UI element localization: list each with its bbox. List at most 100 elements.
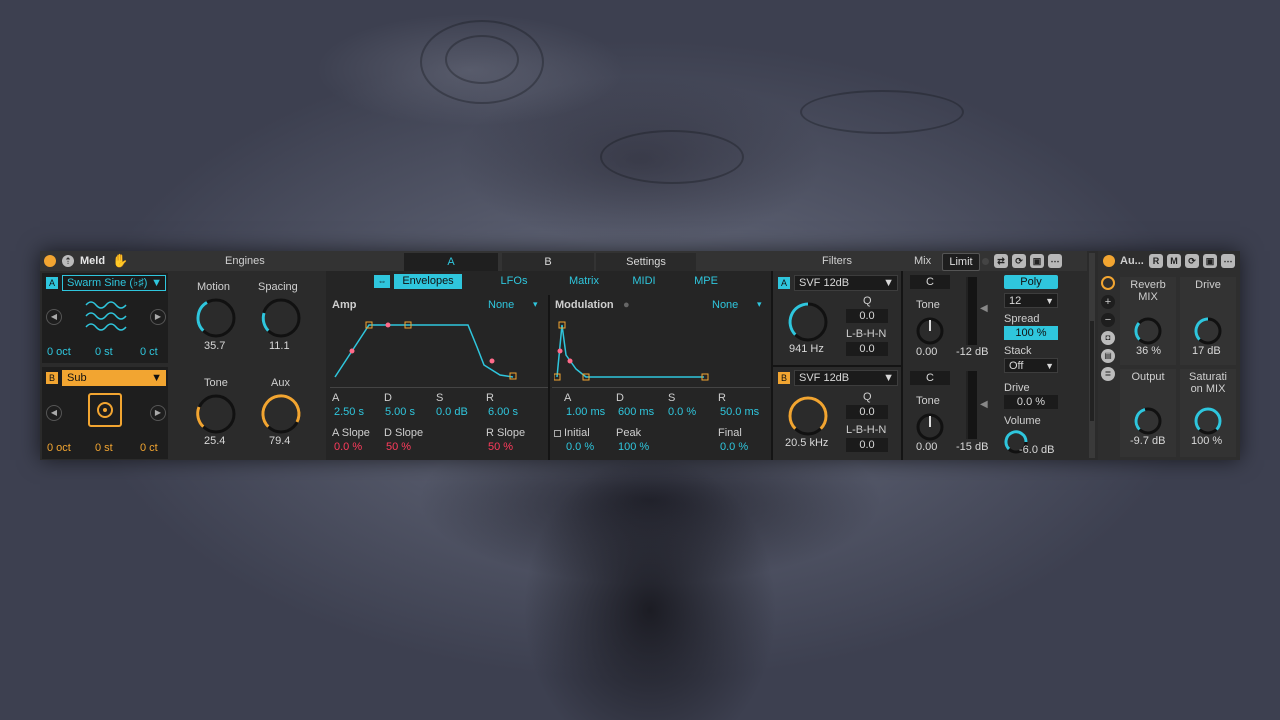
filter-a-q-value[interactable]: 0.0 [846, 309, 888, 323]
motion-knob[interactable] [193, 295, 239, 341]
reverb-mix-knob[interactable] [1132, 315, 1164, 347]
more-options-icon[interactable]: ⋯ [1048, 254, 1062, 268]
hand-icon[interactable]: ✋ [112, 253, 128, 269]
subtab-midi[interactable]: MIDI [622, 275, 666, 287]
device-menu-icon[interactable]: ⇡ [62, 255, 74, 267]
osc-b-type-dropdown[interactable]: Sub ▼ [62, 370, 166, 386]
filter-b-mode-value[interactable]: 0.0 [846, 438, 888, 452]
osc-a-cents[interactable]: 0 ct [140, 346, 158, 358]
filter-b-type-dropdown[interactable]: SVF 12dB ▼ [794, 370, 898, 386]
osc-a-badge[interactable]: A [46, 277, 58, 289]
amp-mod-select[interactable]: None [488, 299, 514, 311]
tab-settings[interactable]: Settings [596, 253, 696, 271]
mix-a-level-arrow-icon[interactable]: ◀ [980, 303, 988, 314]
modulation-mod-select[interactable]: None [712, 299, 738, 311]
output-knob[interactable] [1132, 405, 1164, 437]
amp-sustain-value[interactable]: 0.0 dB [436, 406, 468, 418]
tone-knob[interactable] [193, 391, 239, 437]
mod-sustain-value[interactable]: 0.0 % [668, 406, 696, 418]
subtab-matrix[interactable]: Matrix [560, 275, 608, 287]
snapshot-icon[interactable]: ◘ [1101, 331, 1115, 345]
osc-a-octave[interactable]: 0 oct [47, 346, 71, 358]
subtab-lfos[interactable]: LFOs [490, 275, 538, 287]
mix-a-c-button[interactable]: C [910, 275, 950, 289]
filter-a-type-dropdown[interactable]: SVF 12dB ▼ [794, 275, 898, 291]
aux-knob[interactable] [258, 391, 304, 437]
saturation-mix-knob[interactable] [1192, 405, 1224, 437]
subtab-mpe[interactable]: MPE [684, 275, 728, 287]
osc-b-octave[interactable]: 0 oct [47, 442, 71, 454]
osc-a-prev-button[interactable]: ◀ [46, 309, 62, 325]
chain-list-icon[interactable]: ▤ [1101, 349, 1115, 363]
envelopes-icon[interactable]: ⇔ [374, 275, 390, 288]
save-preset-icon[interactable]: ▣ [1203, 254, 1217, 268]
mod-release-value[interactable]: 50.0 ms [720, 406, 759, 418]
randomize-icon[interactable]: ⟳ [1012, 254, 1026, 268]
mix-b-tone-knob[interactable] [914, 411, 946, 443]
spacing-label: Spacing [258, 281, 298, 293]
more-options-icon[interactable]: ⋯ [1221, 254, 1235, 268]
amp-a-slope-label: A Slope [332, 427, 370, 439]
remove-macro-icon[interactable]: − [1101, 313, 1115, 327]
osc-a-type-dropdown[interactable]: Swarm Sine (♭♯) ▼ [62, 275, 166, 291]
amp-r-slope-value[interactable]: 50 % [488, 441, 513, 453]
mod-initial-value[interactable]: 0.0 % [566, 441, 594, 453]
mix-b-level-meter[interactable] [966, 371, 977, 439]
chevron-down-icon[interactable]: ▾ [757, 299, 762, 310]
scroll-handle[interactable] [1090, 321, 1094, 421]
rack-drive-knob[interactable] [1192, 315, 1224, 347]
amp-envelope-graph[interactable] [332, 317, 522, 381]
poly-button[interactable]: Poly [1004, 275, 1058, 289]
voices-dropdown[interactable]: 12 ▼ [1004, 293, 1058, 308]
rack-r-button[interactable]: R [1149, 254, 1163, 268]
randomize-icon[interactable]: ⟳ [1185, 254, 1199, 268]
device-on-toggle[interactable] [44, 255, 56, 267]
osc-b-badge[interactable]: B [46, 372, 58, 384]
filter-b-q-value[interactable]: 0.0 [846, 405, 888, 419]
amp-a-slope-value[interactable]: 0.0 % [334, 441, 362, 453]
mix-b-c-button[interactable]: C [910, 371, 950, 385]
add-macro-icon[interactable]: + [1101, 295, 1115, 309]
amp-release-value[interactable]: 6.00 s [488, 406, 518, 418]
mod-final-value[interactable]: 0.0 % [720, 441, 748, 453]
limit-button[interactable]: Limit [942, 253, 980, 271]
spacing-knob[interactable] [258, 295, 304, 341]
amp-d-slope-value[interactable]: 50 % [386, 441, 411, 453]
osc-b-prev-button[interactable]: ◀ [46, 405, 62, 421]
mod-initial-checkbox[interactable] [554, 430, 561, 437]
filter-a-badge[interactable]: A [778, 277, 790, 289]
mix-a-level-meter[interactable] [966, 277, 977, 345]
stack-label: Stack [1004, 345, 1032, 357]
subtab-envelopes[interactable]: Envelopes [394, 274, 462, 289]
osc-b-next-button[interactable]: ▶ [150, 405, 166, 421]
rack-on-toggle[interactable] [1103, 255, 1115, 267]
rack-macro-toggle-icon[interactable] [1101, 276, 1115, 290]
amp-decay-value[interactable]: 5.00 s [385, 406, 415, 418]
rack-m-button[interactable]: M [1167, 254, 1181, 268]
mod-attack-value[interactable]: 1.00 ms [566, 406, 605, 418]
osc-a-semitone[interactable]: 0 st [95, 346, 113, 358]
stack-dropdown[interactable]: Off ▼ [1004, 358, 1058, 373]
chevron-down-icon[interactable]: ▾ [533, 299, 538, 310]
filter-a-mode-value[interactable]: 0.0 [846, 342, 888, 356]
filter-b-frequency-knob[interactable] [785, 393, 831, 439]
amp-sustain-label: S [436, 392, 444, 404]
modulation-envelope-graph[interactable] [554, 317, 754, 381]
mix-a-tone-knob[interactable] [914, 315, 946, 347]
osc-a-next-button[interactable]: ▶ [150, 309, 166, 325]
spread-value[interactable]: 100 % [1004, 326, 1058, 340]
tab-b[interactable]: B [502, 253, 594, 271]
save-preset-icon[interactable]: ▣ [1030, 254, 1044, 268]
rack-mapping-icon[interactable]: ≣ [1101, 367, 1115, 381]
mod-peak-value[interactable]: 100 % [618, 441, 649, 453]
filter-b-badge[interactable]: B [778, 372, 790, 384]
filter-a-frequency-knob[interactable] [785, 299, 831, 345]
amp-attack-value[interactable]: 2.50 s [334, 406, 364, 418]
mod-decay-value[interactable]: 600 ms [618, 406, 654, 418]
osc-b-cents[interactable]: 0 ct [140, 442, 158, 454]
mix-b-level-arrow-icon[interactable]: ◀ [980, 399, 988, 410]
hot-swap-icon[interactable]: ⇄ [994, 254, 1008, 268]
osc-b-semitone[interactable]: 0 st [95, 442, 113, 454]
tab-a[interactable]: A [404, 253, 498, 271]
drive-value[interactable]: 0.0 % [1004, 395, 1058, 409]
